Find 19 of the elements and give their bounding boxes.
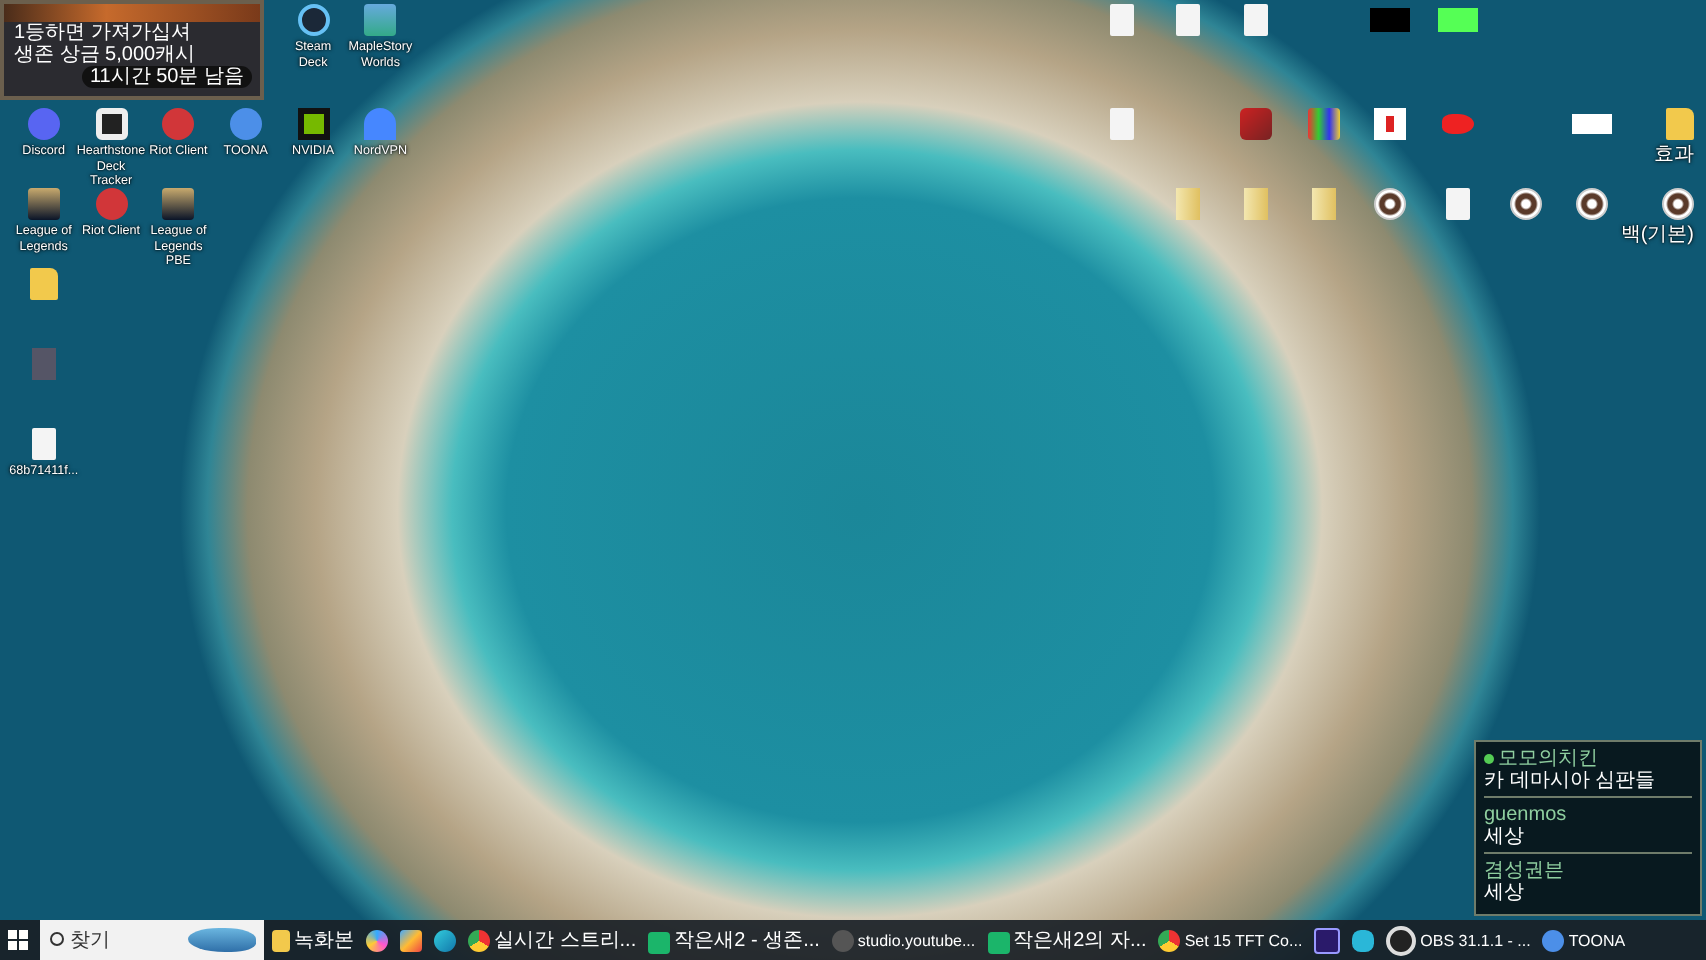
taskbar-button[interactable]: 녹화본 (268, 920, 358, 960)
icon-label: 효과 (1654, 144, 1694, 166)
taskbar-button[interactable]: TOONA (1538, 920, 1630, 960)
taskbar-button[interactable]: OBS 31.1.1 - ... (1382, 920, 1535, 960)
taskbar-button[interactable]: studio.youtube... (827, 920, 980, 960)
chat-author: 겸성권븐 (1484, 860, 1564, 882)
chat-author: guenmos (1484, 804, 1567, 826)
timer-badge: 11시간 50분 남음 (81, 66, 252, 88)
banner-text: 생존 상금 5,000캐시 (12, 44, 198, 66)
taskbar-button[interactable]: 작은새2 - 생존... (644, 920, 824, 960)
chat-message: 세상 (1484, 882, 1526, 904)
chat-message: 세상 (1484, 826, 1526, 848)
chat-author: 모모의치킨 (1498, 748, 1598, 770)
taskbar-button[interactable]: Set 15 TFT Co... (1154, 920, 1307, 960)
chat-message: 카 데마시아 심판들 (1484, 770, 1658, 792)
taskbar-button[interactable]: 실시간 스트리... (464, 920, 641, 960)
icon-label: 백(기본) (1620, 224, 1694, 246)
taskbar-button[interactable]: 작은새2의 자... (983, 920, 1151, 960)
banner-text: 1등하면 가져가십셔 (12, 22, 193, 44)
